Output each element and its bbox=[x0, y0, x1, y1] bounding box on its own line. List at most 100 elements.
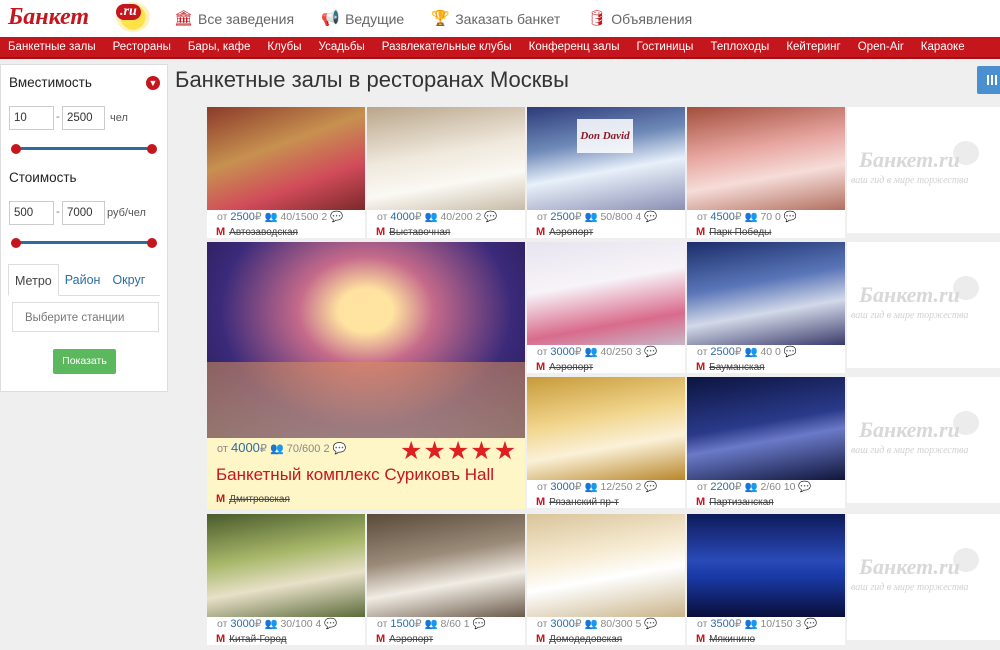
venue-card[interactable]: от 2200₽ 👥 2/60 10 💬 М Партизанская bbox=[687, 377, 845, 508]
venue-card[interactable]: от 2500₽ 👥 40 0 💬 М Бауманская bbox=[687, 242, 845, 373]
metro-icon: М bbox=[536, 361, 546, 373]
logo-text: Банкет bbox=[8, 4, 90, 30]
database-icon: 🛢 bbox=[587, 10, 607, 27]
cost-label: Стоимость bbox=[9, 170, 77, 185]
menu-item[interactable]: Теплоходы bbox=[710, 41, 769, 53]
metro-icon: М bbox=[376, 633, 386, 645]
venue-card[interactable]: от 3500₽ 👥 10/150 3 💬 М Мякинино bbox=[687, 514, 845, 645]
chevron-down-icon[interactable]: ▼ bbox=[146, 76, 160, 90]
star-icon: ★ bbox=[400, 437, 423, 465]
capacity-unit: чел bbox=[110, 112, 128, 124]
nav-ads[interactable]: 🛢 Объявления bbox=[587, 11, 692, 27]
metro-icon: М bbox=[696, 361, 706, 373]
cost-slider[interactable] bbox=[11, 238, 157, 248]
venue-metro: М Мякинино bbox=[696, 633, 756, 645]
slider-handle-max[interactable] bbox=[147, 144, 157, 154]
station-select[interactable]: Выберите станции bbox=[12, 302, 159, 332]
metro-icon: М bbox=[376, 226, 386, 238]
venue-metro: М Аэропорт bbox=[536, 361, 594, 373]
venue-photo bbox=[367, 514, 525, 617]
menu-item[interactable]: Open-Air bbox=[858, 41, 904, 53]
venue-info: от 3000₽ 👥 12/250 2 💬 bbox=[537, 481, 658, 493]
brand-logo: Don David bbox=[577, 119, 633, 153]
venue-info: от 4000₽ 👥 40/200 2 💬 bbox=[377, 211, 498, 223]
venue-card[interactable]: Don David от 2500₽ 👥 50/800 4 💬 М Аэропор… bbox=[527, 107, 685, 238]
capacity-min-input[interactable]: 10 bbox=[9, 106, 54, 130]
range-dash: - bbox=[56, 206, 60, 218]
venue-card[interactable]: от 4000₽ 👥 40/200 2 💬 М Выставочная bbox=[367, 107, 525, 238]
nav-hosts[interactable]: 📢 Ведущие bbox=[321, 11, 404, 27]
people-icon: 👥 bbox=[744, 481, 758, 493]
venue-name[interactable]: Банкетный комплекс Суриковъ Hall bbox=[216, 465, 494, 485]
tab-okrug[interactable]: Округ bbox=[106, 264, 151, 295]
cost-max-input[interactable]: 7000 bbox=[62, 201, 105, 225]
comment-icon: 💬 bbox=[472, 618, 486, 630]
cost-min-input[interactable]: 500 bbox=[9, 201, 54, 225]
menu-item[interactable]: Бары, кафе bbox=[188, 41, 251, 53]
comment-icon: 💬 bbox=[332, 443, 347, 455]
capacity-slider[interactable] bbox=[11, 144, 157, 154]
venue-card[interactable]: от 3000₽ 👥 40/250 3 💬 М Аэропорт bbox=[527, 242, 685, 373]
page-title: Банкетные залы в ресторанах Москвы bbox=[175, 67, 569, 92]
venue-info: от 2500₽ 👥 40 0 💬 bbox=[697, 346, 797, 358]
nav-order-banquet[interactable]: 🏆 Заказать банкет bbox=[431, 11, 560, 27]
venue-photo bbox=[687, 514, 845, 617]
menu-item[interactable]: Гостиницы bbox=[637, 41, 694, 53]
tab-metro[interactable]: Метро bbox=[8, 264, 59, 296]
venue-info: от 3000₽ 👥 40/250 3 💬 bbox=[537, 346, 658, 358]
metro-icon: М bbox=[696, 496, 706, 508]
venue-card[interactable]: от 4500₽ 👥 70 0 💬 М Парк Победы bbox=[687, 107, 845, 238]
tab-district[interactable]: Район bbox=[59, 264, 107, 295]
capacity-max-input[interactable]: 2500 bbox=[62, 106, 105, 130]
slider-handle-min[interactable] bbox=[11, 238, 21, 248]
menu-item[interactable]: Банкетные залы bbox=[8, 41, 96, 53]
venue-metro: М Дмитровская bbox=[216, 493, 290, 505]
menu-item[interactable]: Караоке bbox=[921, 41, 965, 53]
venue-info: от 3000₽ 👥 30/100 4 💬 bbox=[217, 618, 338, 630]
venue-card[interactable]: от 1500₽ 👥 8/60 1 💬 М Аэропорт bbox=[367, 514, 525, 645]
menu-item[interactable]: Развлекательные клубы bbox=[382, 41, 512, 53]
venue-photo bbox=[527, 242, 685, 345]
star-icon: ★ bbox=[446, 437, 470, 465]
metro-icon: М bbox=[216, 633, 226, 645]
site-logo[interactable]: Банкет .ru bbox=[8, 2, 150, 34]
venue-card[interactable]: от 3000₽ 👥 30/100 4 💬 М Китай-Город bbox=[207, 514, 365, 645]
people-icon: 👥 bbox=[424, 211, 438, 223]
venue-photo bbox=[687, 242, 845, 345]
capacity-label: Вместимость bbox=[9, 75, 92, 90]
comment-icon: 💬 bbox=[644, 346, 658, 358]
logo-domain: .ru bbox=[116, 4, 141, 20]
people-icon: 👥 bbox=[584, 211, 598, 223]
venue-photo bbox=[527, 377, 685, 480]
featured-venue-card[interactable]: от 4000₽ 👥 70/600 2 💬 ★ ★ ★ ★ ★ Банкетный ко… bbox=[207, 242, 525, 509]
metro-icon: М bbox=[696, 226, 706, 238]
venue-photo bbox=[527, 514, 685, 617]
venue-card[interactable]: от 2500₽ 👥 40/1500 2 💬 М Автозаводская bbox=[207, 107, 365, 238]
comment-icon: 💬 bbox=[783, 211, 797, 223]
comment-icon: 💬 bbox=[324, 618, 338, 630]
venue-metro: М Рязанский пр-т bbox=[536, 496, 619, 508]
venue-card[interactable]: от 3000₽ 👥 80/300 5 💬 М Домодедовская bbox=[527, 514, 685, 645]
slider-handle-max[interactable] bbox=[147, 238, 157, 248]
menu-item[interactable]: Рестораны bbox=[113, 41, 171, 53]
people-icon: 👥 bbox=[744, 211, 758, 223]
metro-icon: М bbox=[216, 226, 226, 238]
people-icon: 👥 bbox=[264, 618, 278, 630]
menu-item[interactable]: Конференц залы bbox=[529, 41, 620, 53]
venue-info: от 4500₽ 👥 70 0 💬 bbox=[697, 211, 797, 223]
menu-item[interactable]: Клубы bbox=[267, 41, 301, 53]
nav-all-venues[interactable]: 🏛 Все заведения bbox=[174, 11, 294, 27]
venue-photo bbox=[207, 107, 365, 210]
venue-info: от 1500₽ 👥 8/60 1 💬 bbox=[377, 618, 486, 630]
venue-card[interactable]: от 3000₽ 👥 12/250 2 💬 М Рязанский пр-т bbox=[527, 377, 685, 508]
grid-view-button[interactable] bbox=[977, 66, 1000, 94]
top-nav: 🏛 Все заведения 📢 Ведущие 🏆 Заказать банкет… bbox=[174, 0, 719, 37]
venue-info: от 2500₽ 👥 40/1500 2 💬 bbox=[217, 211, 344, 223]
show-button[interactable]: Показать bbox=[53, 349, 116, 374]
comment-icon: 💬 bbox=[644, 211, 658, 223]
trophy-icon: 🏆 bbox=[431, 10, 450, 27]
slider-handle-min[interactable] bbox=[11, 144, 21, 154]
menu-item[interactable]: Усадьбы bbox=[319, 41, 365, 53]
grid-icon bbox=[987, 75, 997, 85]
menu-item[interactable]: Кейтеринг bbox=[786, 41, 840, 53]
